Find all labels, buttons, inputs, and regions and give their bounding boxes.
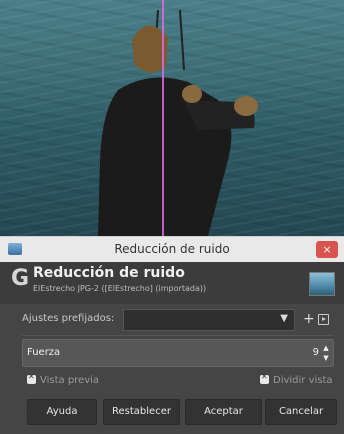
help-button[interactable]: Ayuda (27, 399, 97, 425)
preset-menu-icon[interactable] (318, 314, 329, 325)
gimp-logo-icon: G (11, 266, 30, 291)
spin-arrows[interactable]: ▲ ▼ (321, 343, 331, 363)
ok-button[interactable]: Aceptar (185, 399, 262, 425)
increment-icon[interactable]: ▲ (321, 343, 331, 353)
divider (22, 335, 334, 336)
dialog-header: G Reducción de ruido ElEstrecho JPG-2 ([… (0, 262, 344, 304)
split-view-checkbox[interactable]: Dividir vista (260, 372, 333, 386)
strength-label: Fuerza (27, 347, 61, 358)
presets-combo[interactable]: ▼ (123, 309, 295, 331)
close-button[interactable]: × (316, 241, 338, 258)
dialog-title: Reducción de ruido (33, 265, 185, 281)
preview-label: Vista previa (40, 375, 100, 386)
add-preset-button[interactable]: + (303, 311, 315, 327)
dialog-subtitle: ElEstrecho JPG-2 ([ElEstrecho] (importad… (33, 284, 207, 293)
strength-spinscale[interactable]: Fuerza 9 ▲ ▼ (22, 339, 334, 367)
kitesurfer-figure (98, 10, 258, 236)
noise-reduction-dialog: G Reducción de ruido ElEstrecho JPG-2 ([… (0, 262, 344, 434)
image-preview (0, 0, 344, 236)
decrement-icon[interactable]: ▼ (321, 353, 331, 363)
split-view-line (162, 0, 164, 236)
split-view-label: Dividir vista (273, 375, 333, 386)
strength-value: 9 (312, 347, 319, 358)
preview-checkbox[interactable]: Vista previa (27, 372, 100, 386)
window-title: Reducción de ruido (114, 242, 230, 256)
reset-button[interactable]: Restablecer (103, 399, 180, 425)
presets-label: Ajustes prefijados: (22, 313, 115, 324)
chevron-down-icon: ▼ (280, 313, 288, 324)
image-thumbnail (309, 272, 335, 296)
checkbox-icon[interactable] (260, 372, 269, 384)
window-titlebar: Reducción de ruido × (0, 236, 344, 263)
cancel-button[interactable]: Cancelar (265, 399, 337, 425)
presets-row: Ajustes prefijados: ▼ + (0, 307, 344, 331)
checkbox-icon[interactable] (27, 372, 36, 384)
